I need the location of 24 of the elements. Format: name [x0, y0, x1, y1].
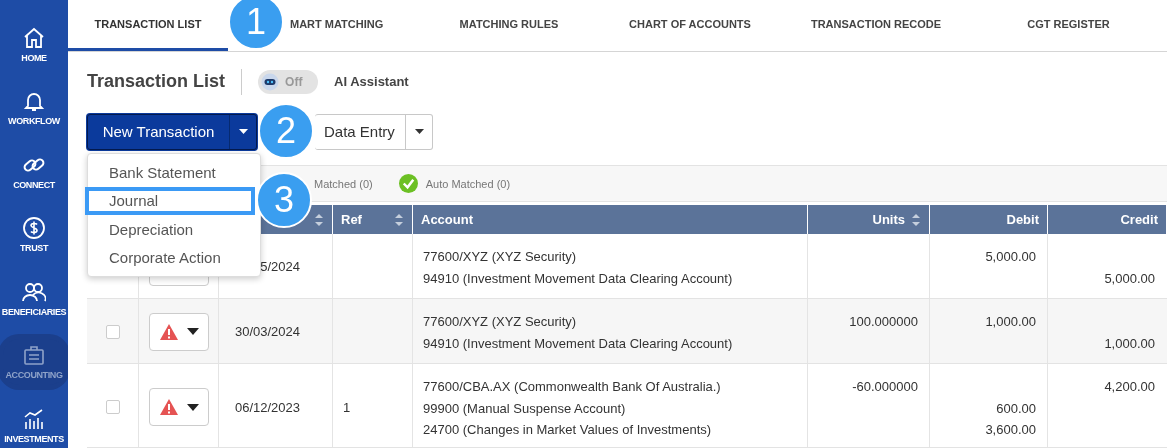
account-cell-text: 77600/XYZ (XYZ Security) — [423, 248, 578, 266]
credit-cell-text: 4,200.00 — [1103, 378, 1155, 396]
units-cell-text: -60.000000 — [851, 378, 918, 396]
ai-assistant-label: AI Assistant — [334, 74, 409, 90]
debit-cell-text: 3,600.00 — [984, 421, 1036, 439]
credit-cell-text: 1,000.00 — [1103, 334, 1155, 353]
account-cell-text: 24700 (Changes in Market Values of Investments) — [423, 421, 713, 439]
date-cell: 5/2024 — [260, 259, 300, 274]
step-number-badge: 2 — [258, 103, 314, 159]
account-cell-text: 77600/CBA.AX (Commonwealth Bank Of Australia.) — [423, 378, 722, 396]
debit-cell-text: 600.00 — [995, 399, 1036, 418]
account-cell-text: 94910 (Investment Movement Data Clearing Account) — [423, 334, 734, 353]
account-cell-text: 77600/XYZ (XYZ Security) — [423, 313, 578, 331]
debit-cell-text: 5,000.00 — [984, 248, 1036, 266]
step-number-badge: 1 — [228, 0, 284, 50]
page-title: Transaction List — [87, 71, 226, 93]
date-cell: 30/03/2024 — [234, 324, 300, 339]
account-cell-text: 94910 (Investment Movement Data Clearing Account) — [423, 269, 734, 288]
account-cell-text: 99900 (Manual Suspense Account) — [423, 399, 627, 418]
debit-cell-text: 1,000.00 — [984, 313, 1036, 331]
date-cell: 06/12/2023 — [234, 399, 300, 415]
credit-cell-text: 5,000.00 — [1103, 269, 1155, 288]
ref-cell: 1 — [343, 399, 351, 415]
units-cell-text: 100.000000 — [848, 313, 918, 331]
